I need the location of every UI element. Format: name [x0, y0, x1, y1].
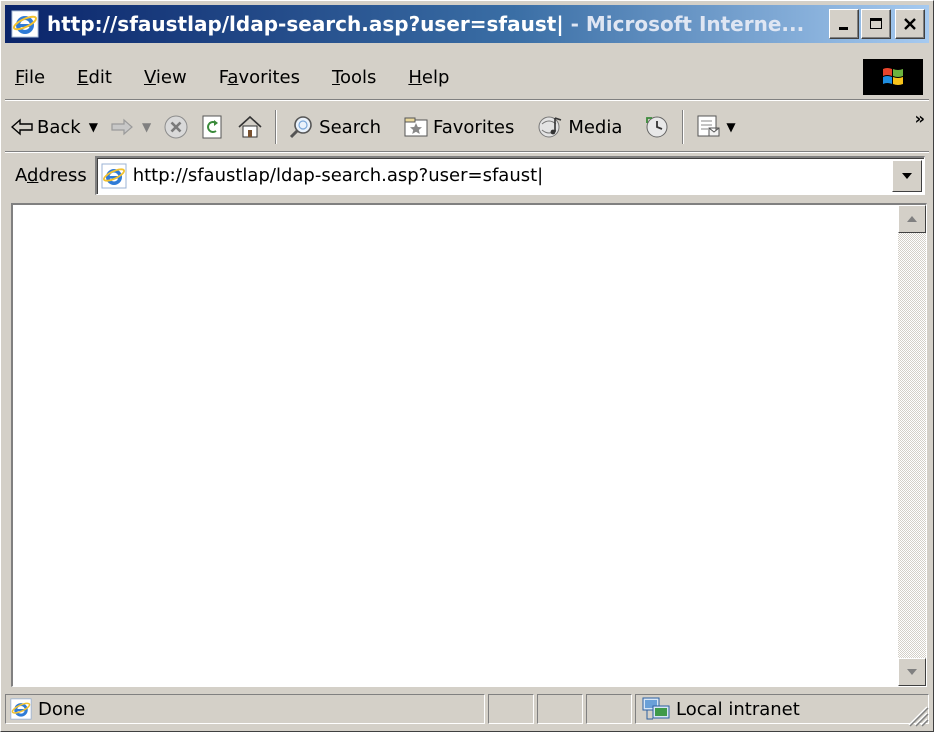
- menu-view-accel: V: [143, 66, 156, 88]
- media-label: Media: [568, 116, 623, 138]
- minimize-button[interactable]: [829, 9, 859, 39]
- refresh-icon: [202, 115, 222, 139]
- menu-file-accel: F: [15, 66, 25, 88]
- maximize-button[interactable]: [861, 9, 891, 39]
- back-arrow-icon: [11, 118, 33, 136]
- dropdown-arrow-icon: [902, 172, 912, 179]
- close-button[interactable]: [895, 9, 925, 39]
- mail-button[interactable]: ▼: [690, 107, 741, 147]
- menu-edit-rest: dit: [88, 66, 112, 88]
- forward-button[interactable]: ▼: [104, 107, 157, 147]
- menu-tools-rest: ools: [339, 66, 377, 88]
- status-bar: Done Local intranet: [5, 691, 929, 727]
- toolbar-separator-2: [682, 110, 685, 144]
- window-title: http://sfaustlap/ldap-search.asp?user=sf…: [47, 12, 827, 36]
- title-url: http://sfaustlap/ldap-search.asp?user=sf…: [47, 12, 564, 36]
- search-button[interactable]: Search: [283, 107, 387, 147]
- favorites-button[interactable]: Favorites: [397, 107, 520, 147]
- address-dropdown-button[interactable]: [892, 159, 922, 192]
- media-icon: [538, 116, 562, 138]
- refresh-button[interactable]: [195, 107, 231, 147]
- home-button[interactable]: [231, 107, 269, 147]
- stop-button[interactable]: [157, 107, 195, 147]
- maximize-icon: [870, 18, 882, 29]
- address-field[interactable]: [94, 155, 925, 195]
- address-bar: Address: [5, 153, 929, 197]
- status-panel-3: [586, 694, 632, 724]
- toolbar-separator: [275, 110, 278, 144]
- toolbar-more-chevron[interactable]: »: [915, 109, 925, 128]
- mail-dropdown-icon[interactable]: ▼: [726, 120, 735, 134]
- security-zone-text: Local intranet: [676, 698, 800, 720]
- minimize-icon: [839, 27, 848, 30]
- status-text: Done: [38, 698, 86, 720]
- status-text-panel: Done: [5, 694, 485, 724]
- address-label-pre: A: [15, 164, 27, 186]
- search-label: Search: [319, 116, 382, 138]
- menu-favorites[interactable]: Favorites: [203, 67, 316, 88]
- stop-icon: [164, 115, 188, 139]
- menu-favorites-rest: vorites: [238, 66, 301, 88]
- forward-dropdown-icon[interactable]: ▼: [142, 120, 151, 134]
- title-bar[interactable]: http://sfaustlap/ldap-search.asp?user=sf…: [5, 5, 929, 43]
- page-icon: [101, 163, 127, 188]
- back-dropdown-icon[interactable]: ▼: [89, 120, 98, 134]
- address-label: Address: [5, 165, 95, 186]
- menu-file[interactable]: File: [5, 67, 61, 88]
- address-label-post: dress: [38, 164, 87, 186]
- history-button[interactable]: [638, 107, 676, 147]
- scroll-down-button[interactable]: [898, 658, 926, 686]
- scroll-up-icon: [907, 216, 917, 222]
- security-zone-panel[interactable]: Local intranet: [635, 694, 929, 724]
- status-panel-2: [537, 694, 583, 724]
- menu-favorites-accel: a: [227, 66, 239, 88]
- menu-edit-accel: E: [77, 66, 89, 88]
- resize-grip-icon[interactable]: [901, 699, 929, 727]
- favorites-label: Favorites: [433, 116, 515, 138]
- browser-window: http://sfaustlap/ldap-search.asp?user=sf…: [0, 0, 934, 732]
- menu-help-rest: elp: [421, 66, 450, 88]
- ie-icon: [11, 10, 39, 38]
- ie-page-icon: [10, 698, 32, 720]
- status-panel-1: [488, 694, 534, 724]
- windows-logo-icon: [883, 68, 903, 85]
- address-input[interactable]: [132, 165, 892, 186]
- page-body[interactable]: [13, 205, 898, 686]
- vertical-scrollbar[interactable]: [898, 205, 926, 686]
- scroll-down-icon: [907, 669, 917, 675]
- address-label-accel: d: [27, 164, 39, 186]
- search-icon: [290, 116, 312, 139]
- menu-view-rest: iew: [155, 66, 187, 88]
- media-button[interactable]: Media: [530, 107, 628, 147]
- menu-help[interactable]: Help: [392, 67, 465, 88]
- menu-bar: File Edit View Favorites Tools Help: [5, 57, 929, 97]
- local-intranet-icon: [642, 697, 670, 720]
- menu-tools[interactable]: Tools: [316, 67, 392, 88]
- web-content-area[interactable]: [11, 203, 927, 687]
- close-icon: [904, 18, 916, 30]
- forward-arrow-icon: [111, 118, 133, 136]
- standard-toolbar: Back ▼ ▼ Search Favorites Media ▼ »: [5, 105, 929, 149]
- menu-edit[interactable]: Edit: [61, 67, 128, 88]
- history-icon: [646, 116, 668, 138]
- title-app-name: - Microsoft Interne...: [563, 12, 805, 36]
- back-label: Back: [37, 116, 81, 138]
- menu-tools-accel: T: [332, 66, 340, 88]
- menu-help-accel: H: [408, 66, 422, 88]
- menu-view[interactable]: View: [128, 67, 203, 88]
- mail-icon: [697, 115, 720, 137]
- back-button[interactable]: Back ▼: [5, 107, 104, 147]
- scroll-up-button[interactable]: [898, 205, 926, 233]
- windows-logo: [863, 59, 923, 95]
- favorites-icon: [404, 117, 428, 137]
- home-icon: [238, 115, 262, 138]
- menu-separator: [5, 99, 929, 101]
- menu-file-rest: ile: [24, 66, 46, 88]
